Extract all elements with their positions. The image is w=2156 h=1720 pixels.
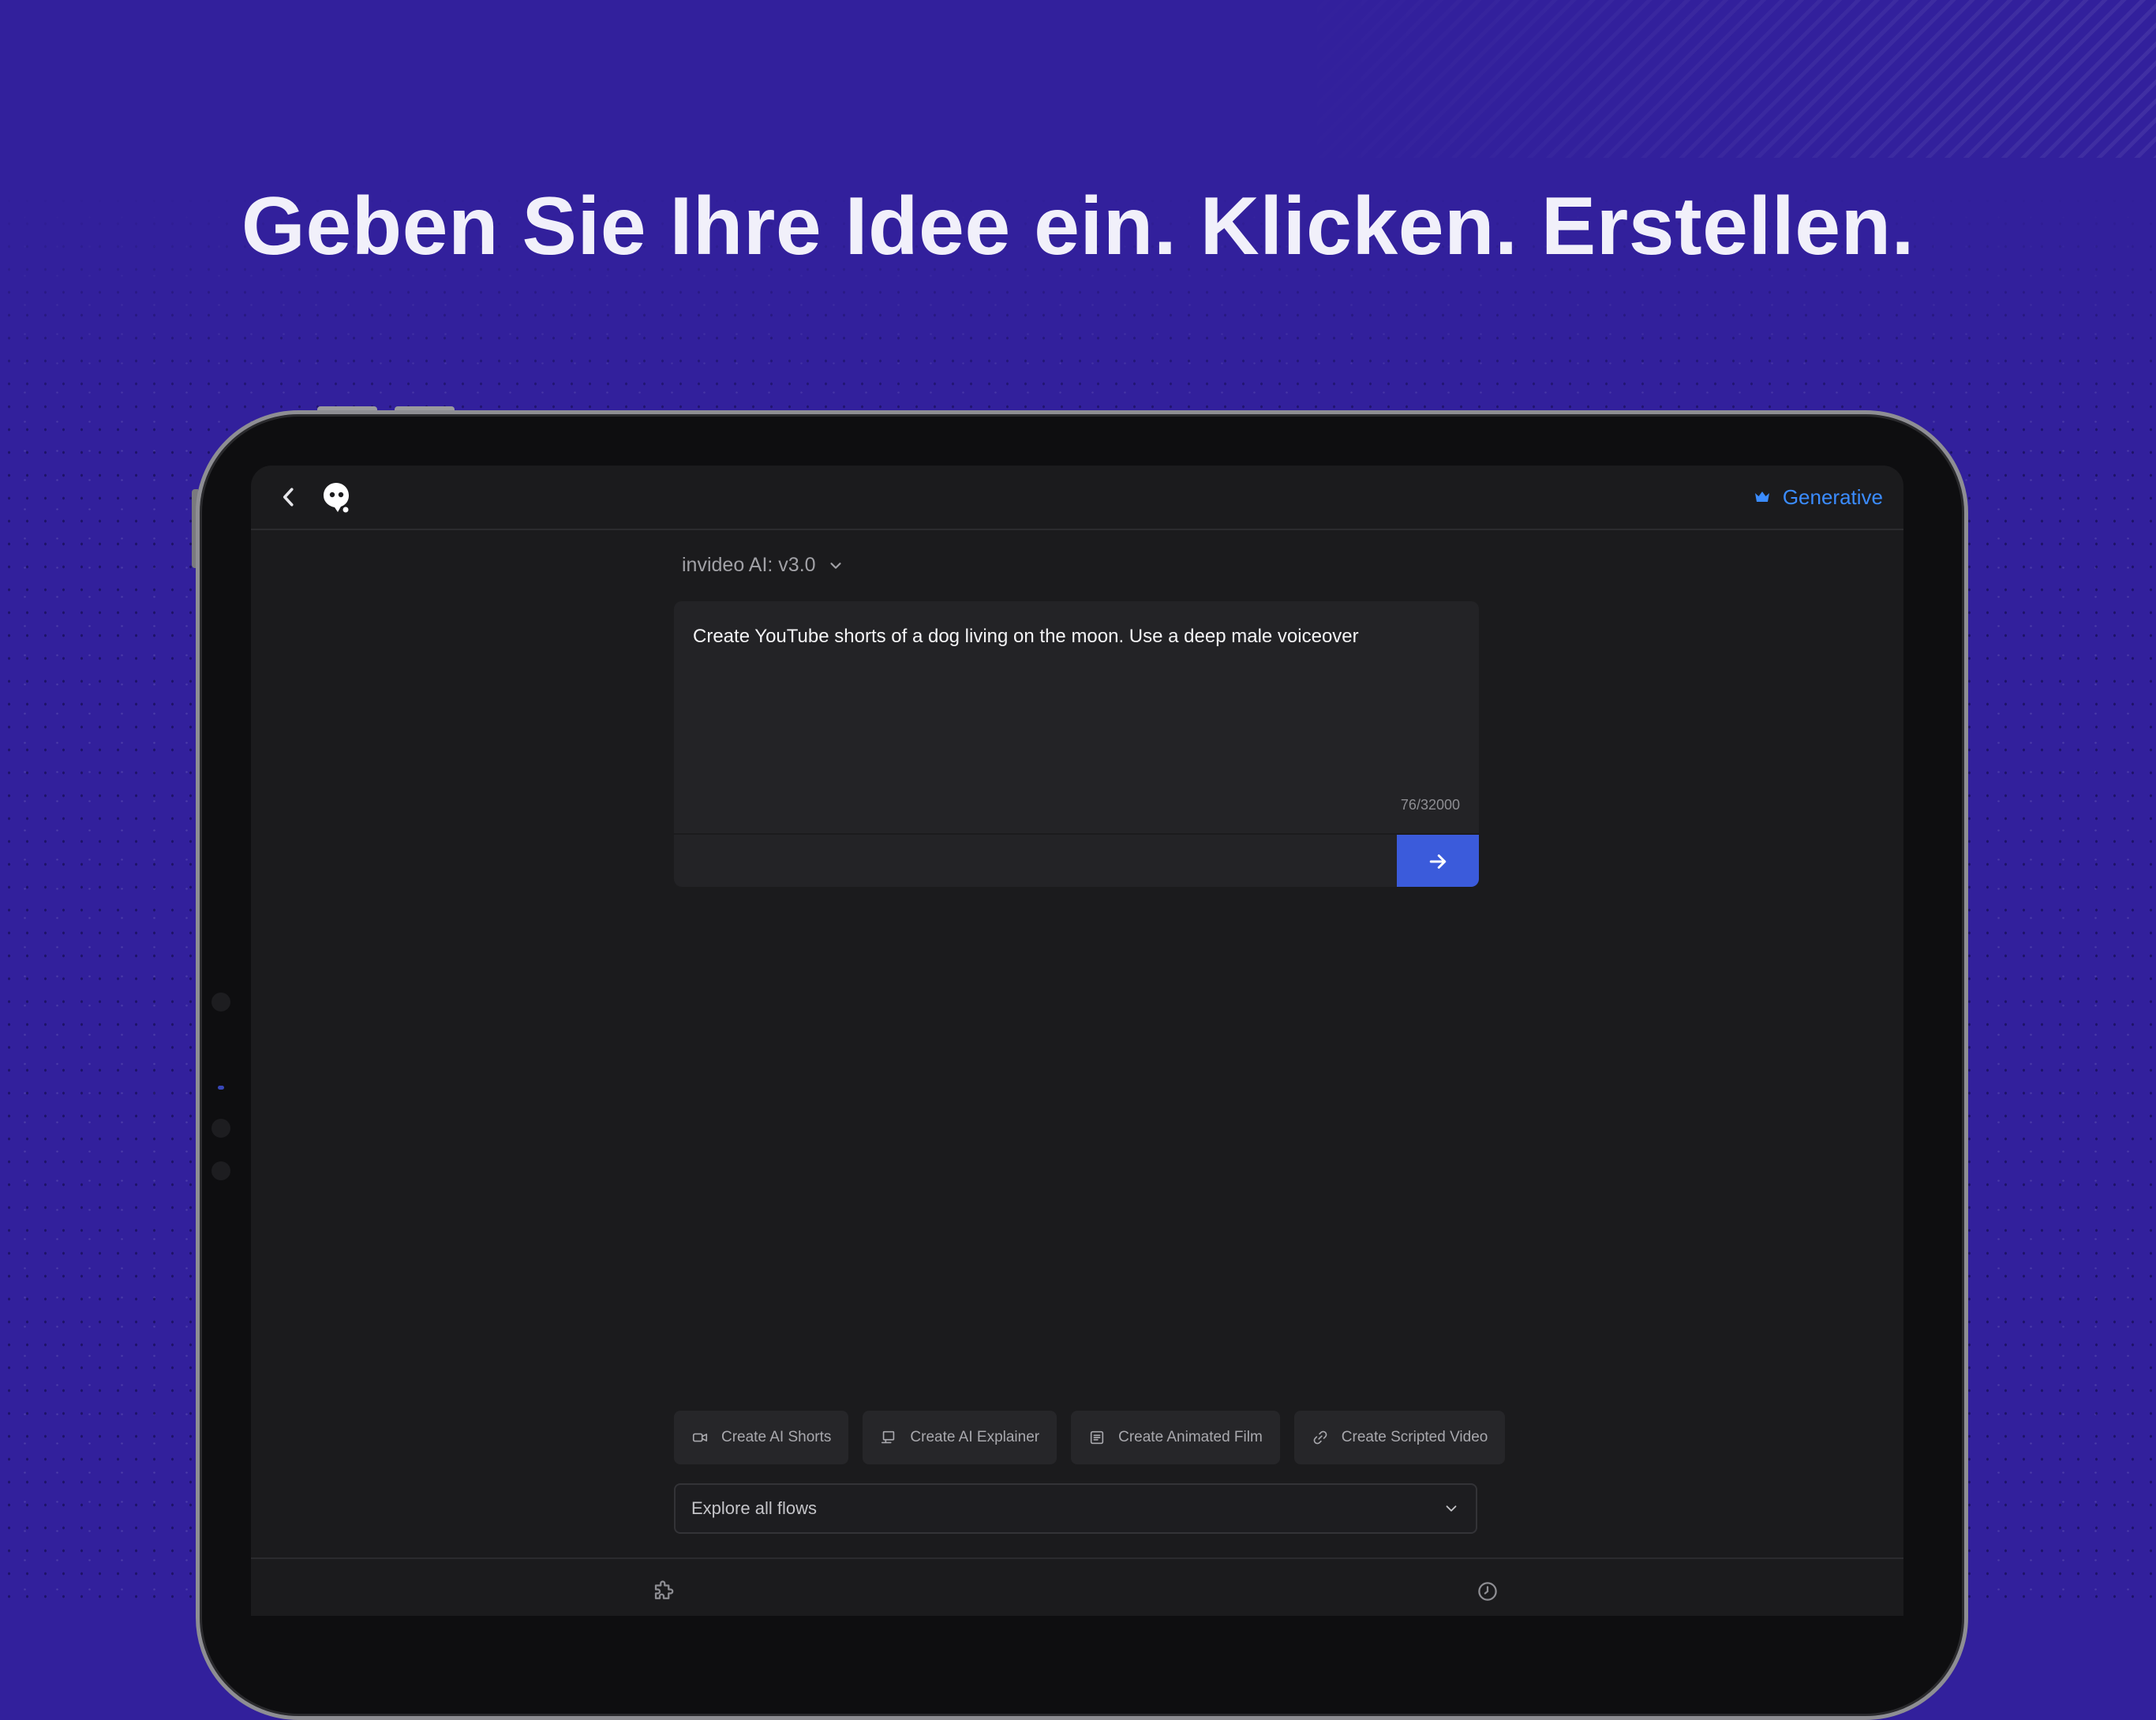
submit-button[interactable]: [1397, 835, 1479, 887]
puzzle-icon: [654, 1580, 674, 1599]
app-screen: Generative invideo AI: v3.0 Create YouTu…: [251, 466, 1903, 1616]
plan-label: Generative: [1782, 484, 1883, 509]
video-camera-icon: [692, 1433, 708, 1442]
chevron-down-icon: [1446, 1505, 1457, 1512]
back-button[interactable]: [275, 483, 303, 511]
workflow-chip-scripted-video[interactable]: Create Scripted Video: [1293, 1411, 1506, 1464]
crown-icon: [1754, 492, 1769, 502]
device-sensor: [211, 993, 230, 1011]
device-sensor: [211, 1161, 230, 1180]
explore-flows-dropdown[interactable]: Explore all flows: [674, 1483, 1477, 1534]
model-selector[interactable]: invideo AI: v3.0: [682, 554, 844, 577]
character-counter: 76/32000: [1400, 797, 1460, 813]
workflow-chip-label: Create AI Explainer: [910, 1429, 1040, 1445]
model-selector-label: invideo AI: v3.0: [682, 554, 816, 576]
workflow-chip-label: Create AI Shorts: [721, 1429, 832, 1445]
chevron-left-icon: [283, 488, 294, 507]
chevron-down-icon: [829, 562, 841, 569]
app-header: Generative: [251, 466, 1903, 530]
arrow-right-icon: [1429, 854, 1447, 869]
bottom-bar: [251, 1557, 1903, 1616]
prompt-footer: [674, 833, 1479, 887]
workflow-chip-label: Create Animated Film: [1118, 1429, 1263, 1445]
ghost-logo-icon: [324, 483, 349, 513]
decorative-stripes: [1248, 0, 2156, 158]
workflow-chip-ai-shorts[interactable]: Create AI Shorts: [674, 1411, 849, 1464]
device-sensor-led: [218, 1086, 224, 1090]
history-clock-icon: [1478, 1582, 1497, 1601]
plan-badge[interactable]: Generative: [1753, 483, 1883, 511]
workflow-chip-label: Create Scripted Video: [1341, 1429, 1488, 1445]
app-logo[interactable]: [319, 480, 354, 514]
explore-flows-label: Explore all flows: [691, 1498, 817, 1518]
device-sensor: [211, 1119, 230, 1138]
link-icon: [1313, 1430, 1327, 1445]
prompt-card: Create YouTube shorts of a dog living on…: [674, 601, 1479, 887]
plugins-button[interactable]: [652, 1580, 676, 1603]
presentation-icon: [881, 1430, 895, 1444]
headline: Geben Sie Ihre Idee ein. Klicken. Erstel…: [241, 181, 1915, 272]
workflow-chip-animated-film[interactable]: Create Animated Film: [1071, 1411, 1280, 1464]
prompt-input[interactable]: Create YouTube shorts of a dog living on…: [693, 623, 1450, 650]
workflow-chips: Create AI Shorts Create AI Explainer Cre…: [674, 1411, 1514, 1464]
workflow-chip-ai-explainer[interactable]: Create AI Explainer: [863, 1411, 1057, 1464]
history-button[interactable]: [1476, 1580, 1499, 1603]
document-icon: [1090, 1430, 1104, 1445]
